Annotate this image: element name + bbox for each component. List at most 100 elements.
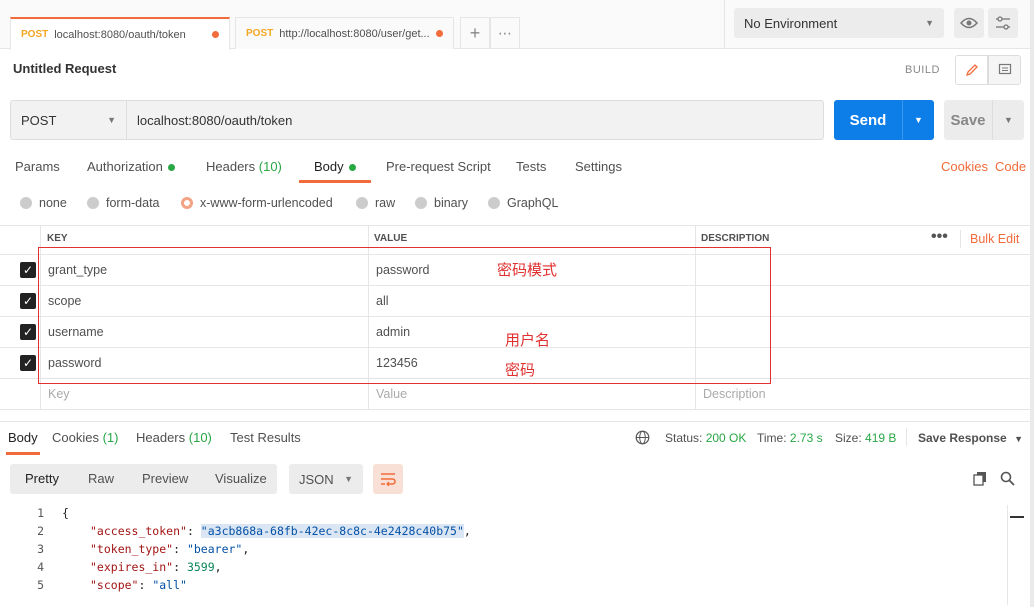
- tab-method: POST: [21, 29, 49, 40]
- size-label: Size:: [835, 431, 862, 445]
- manage-environments-button[interactable]: [988, 8, 1018, 38]
- chevron-down-icon[interactable]: ▼: [992, 100, 1024, 140]
- window-scrollbar[interactable]: [1030, 0, 1034, 607]
- minimap-marker: [1010, 516, 1024, 518]
- json-key: "token_type": [90, 542, 174, 556]
- code-line: "scope": "all": [90, 578, 187, 592]
- response-tab-cookies[interactable]: Cookies (1): [52, 430, 118, 445]
- code-line: "expires_in": 3599,: [90, 560, 222, 574]
- code-line: {: [62, 506, 69, 520]
- send-button[interactable]: Send ▼: [834, 100, 934, 140]
- tab-pre-request-script[interactable]: Pre-request Script: [386, 159, 491, 174]
- column-header-key: KEY: [47, 233, 68, 244]
- unsaved-dot-icon: [436, 30, 443, 37]
- active-dot-icon: [167, 164, 175, 172]
- new-value-input[interactable]: Value: [376, 387, 407, 401]
- environment-quick-look-button[interactable]: [954, 8, 984, 38]
- request-tab-user-get[interactable]: POST http://localhost:8080/user/get...: [235, 17, 454, 49]
- cookies-link[interactable]: Cookies: [941, 159, 988, 174]
- more-options-icon[interactable]: •••: [931, 228, 948, 246]
- method-select[interactable]: POST ▼: [11, 101, 127, 139]
- radio-circle: [87, 197, 99, 209]
- send-label: Send: [849, 111, 887, 129]
- tab-label: Body: [314, 159, 344, 174]
- sliders-icon: [996, 16, 1010, 30]
- view-pretty[interactable]: Pretty: [25, 471, 59, 486]
- response-tab-body[interactable]: Body: [8, 430, 38, 445]
- annotation-username: 用户名: [505, 331, 551, 349]
- new-description-input[interactable]: Description: [703, 387, 766, 401]
- format-select[interactable]: JSON ▼: [289, 464, 363, 494]
- eye-icon: [960, 17, 978, 29]
- section-divider: [0, 421, 1030, 422]
- json-key: "scope": [90, 578, 139, 592]
- save-label: Save: [950, 111, 986, 129]
- row-checkbox[interactable]: ✓: [20, 262, 36, 278]
- tab-label: Headers: [136, 430, 186, 445]
- more-tabs-icon[interactable]: ⋯: [490, 17, 520, 49]
- line-number: 3: [37, 542, 44, 556]
- radio-x-www-form-urlencoded[interactable]: x-www-form-urlencoded: [181, 196, 333, 210]
- code-line: "access_token": "a3cb868a-68fb-42ec-8c8c…: [90, 524, 471, 538]
- new-key-input[interactable]: Key: [48, 387, 70, 401]
- headers-count: (10): [258, 159, 282, 174]
- new-tab-plus-icon[interactable]: +: [460, 17, 490, 49]
- response-tab-headers[interactable]: Headers (10): [136, 430, 212, 445]
- radio-form-data[interactable]: form-data: [87, 196, 160, 210]
- annotation-box: [38, 247, 771, 384]
- json-value: "all": [152, 578, 187, 592]
- documentation-button[interactable]: [988, 55, 1021, 85]
- edit-button[interactable]: [955, 55, 988, 85]
- save-response-button[interactable]: Save Response ▼: [918, 431, 1023, 445]
- save-response-label: Save Response: [918, 431, 1007, 445]
- tab-tests[interactable]: Tests: [516, 159, 546, 174]
- radio-raw[interactable]: raw: [356, 196, 395, 210]
- search-icon[interactable]: [997, 468, 1017, 488]
- request-title[interactable]: Untitled Request: [13, 61, 116, 76]
- copy-icon[interactable]: [970, 468, 990, 488]
- tab-label: Cookies: [52, 430, 99, 445]
- tab-params[interactable]: Params: [15, 159, 60, 174]
- tab-label: Headers: [206, 159, 256, 174]
- radio-binary[interactable]: binary: [415, 196, 468, 210]
- row-checkbox[interactable]: ✓: [20, 355, 36, 371]
- view-raw[interactable]: Raw: [88, 471, 114, 486]
- response-tab-test-results[interactable]: Test Results: [230, 430, 301, 445]
- json-key: "expires_in": [90, 560, 174, 574]
- request-tab-oauth-token[interactable]: POST localhost:8080/oauth/token: [10, 17, 230, 50]
- view-preview[interactable]: Preview: [142, 471, 188, 486]
- row-checkbox[interactable]: ✓: [20, 324, 36, 340]
- radio-label: raw: [375, 196, 396, 210]
- globe-icon[interactable]: [635, 430, 650, 448]
- row-checkbox[interactable]: ✓: [20, 293, 36, 309]
- tab-authorization[interactable]: Authorization: [87, 159, 175, 174]
- column-header-value: VALUE: [374, 233, 408, 244]
- url-input[interactable]: localhost:8080/oauth/token: [137, 113, 292, 128]
- code-link[interactable]: Code: [995, 159, 1026, 174]
- method-label: POST: [21, 112, 57, 128]
- view-visualize[interactable]: Visualize: [215, 471, 267, 486]
- code-line: "token_type": "bearer",: [90, 542, 250, 556]
- tab-settings[interactable]: Settings: [575, 159, 622, 174]
- wrap-icon: [381, 473, 396, 486]
- status-value: 200 OK: [705, 431, 747, 445]
- editor-edge: [1007, 505, 1008, 605]
- tab-label: Authorization: [87, 159, 163, 174]
- table-border: [0, 409, 1030, 410]
- environment-select[interactable]: No Environment ▼: [734, 8, 944, 38]
- wrap-lines-button[interactable]: [373, 464, 403, 494]
- bulk-edit-link[interactable]: Bulk Edit: [970, 232, 1019, 246]
- tab-headers[interactable]: Headers (10): [206, 159, 282, 174]
- radio-none[interactable]: none: [20, 196, 67, 210]
- save-button[interactable]: Save ▼: [944, 100, 1024, 140]
- time-value: 2.73 s: [789, 431, 823, 445]
- build-label: BUILD: [905, 64, 940, 76]
- tab-body[interactable]: Body: [314, 159, 356, 174]
- divider: [906, 428, 907, 446]
- chevron-down-icon[interactable]: ▼: [902, 100, 934, 140]
- chevron-down-icon: ▼: [344, 474, 353, 484]
- tab-url: localhost:8080/oauth/token: [54, 28, 186, 41]
- radio-graphql[interactable]: GraphQL: [488, 196, 558, 210]
- active-tab-underline: [6, 452, 40, 455]
- tab-method: POST: [246, 28, 274, 39]
